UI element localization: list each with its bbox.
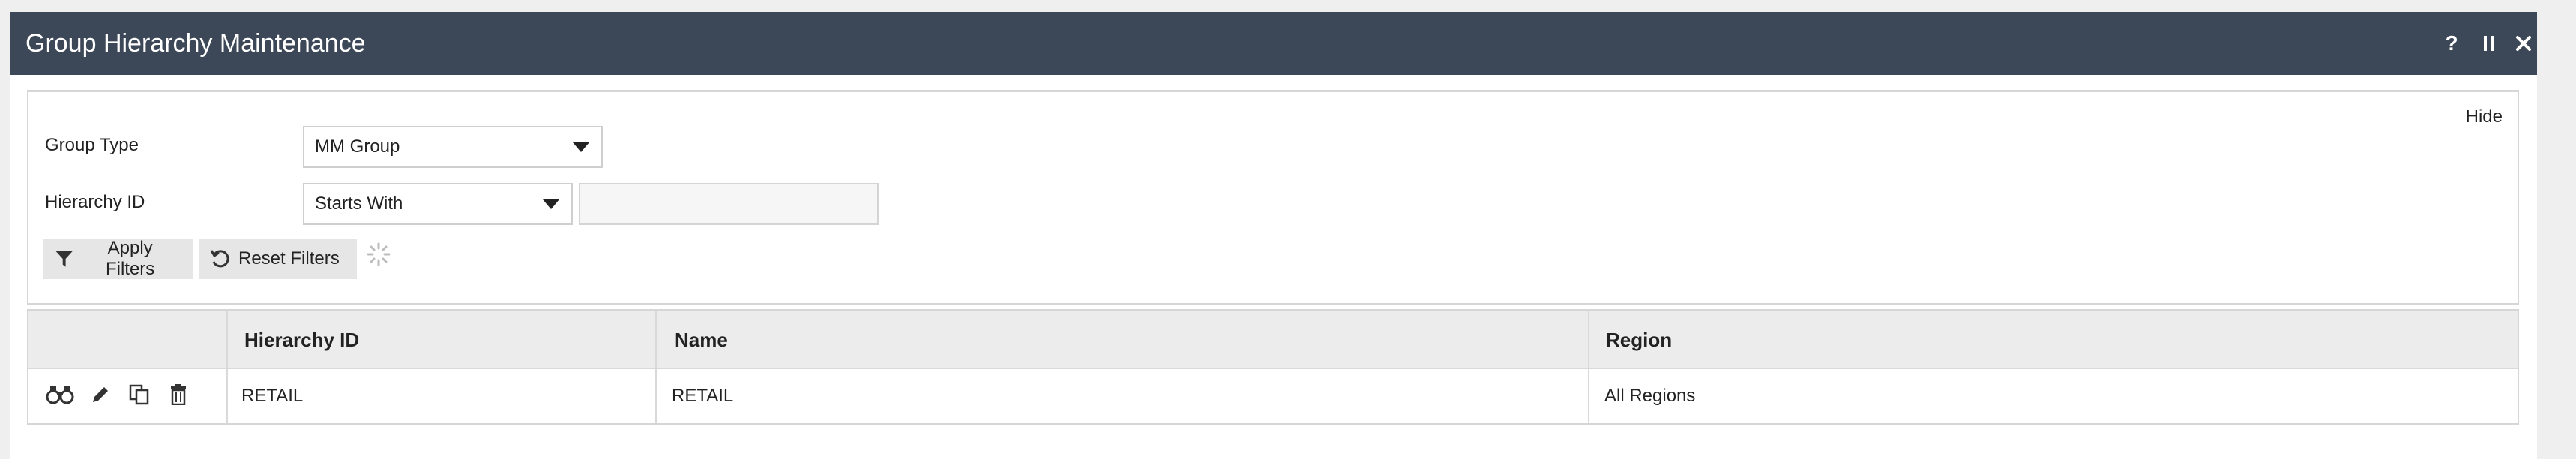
hierarchy-id-input[interactable] (579, 183, 879, 225)
group-type-label: Group Type (45, 135, 139, 155)
filter-panel: Hide Group Type MM Group Hierarchy ID St… (27, 90, 2519, 304)
reset-filters-label: Reset Filters (238, 248, 340, 268)
help-icon: ? (2445, 32, 2458, 55)
column-divider (226, 310, 228, 423)
title-bar: Group Hierarchy Maintenance ? (10, 12, 2537, 75)
column-header-hierarchy-id[interactable]: Hierarchy ID (244, 328, 359, 352)
hide-filters-link[interactable]: Hide (2466, 106, 2503, 128)
group-type-select[interactable]: MM Group (303, 126, 603, 168)
cell-region: All Regions (1604, 386, 1696, 406)
dialog-window: Group Hierarchy Maintenance ? Hide Group… (10, 12, 2537, 459)
hierarchy-id-operator-select[interactable]: Starts With (303, 183, 573, 225)
pause-icon (2484, 36, 2494, 51)
apply-filters-button[interactable]: Apply Filters (43, 238, 193, 279)
hierarchy-id-label: Hierarchy ID (45, 192, 145, 212)
cell-name: RETAIL (672, 386, 734, 406)
help-button[interactable]: ? (2437, 28, 2467, 58)
copy-icon (129, 384, 149, 405)
reset-icon (210, 250, 229, 268)
table-header (28, 310, 2518, 369)
results-table: Hierarchy ID Name Region RETAIL RETAIL A… (27, 309, 2519, 424)
hierarchy-id-operator-value: Starts With (315, 194, 403, 214)
filter-icon (55, 250, 73, 267)
chevron-down-icon (573, 142, 589, 152)
column-header-region[interactable]: Region (1606, 328, 1672, 352)
column-divider (1588, 310, 1589, 423)
copy-button[interactable] (124, 380, 154, 410)
edit-button[interactable] (85, 380, 115, 410)
pause-button[interactable] (2474, 28, 2504, 58)
chevron-down-icon (543, 200, 559, 209)
group-type-value: MM Group (315, 136, 400, 157)
delete-button[interactable] (163, 380, 193, 410)
binoculars-icon (46, 386, 74, 404)
window-title: Group Hierarchy Maintenance (25, 29, 366, 58)
apply-filters-label: Apply Filters (105, 238, 155, 279)
column-divider (655, 310, 657, 423)
close-button[interactable] (2509, 28, 2539, 58)
pencil-icon (93, 387, 108, 402)
loading-spinner-icon (367, 242, 391, 266)
view-button[interactable] (45, 380, 75, 410)
cell-hierarchy-id: RETAIL (241, 386, 304, 406)
close-icon (2516, 36, 2531, 51)
column-header-name[interactable]: Name (675, 328, 728, 352)
reset-filters-button[interactable]: Reset Filters (199, 238, 357, 279)
trash-icon (171, 384, 186, 405)
